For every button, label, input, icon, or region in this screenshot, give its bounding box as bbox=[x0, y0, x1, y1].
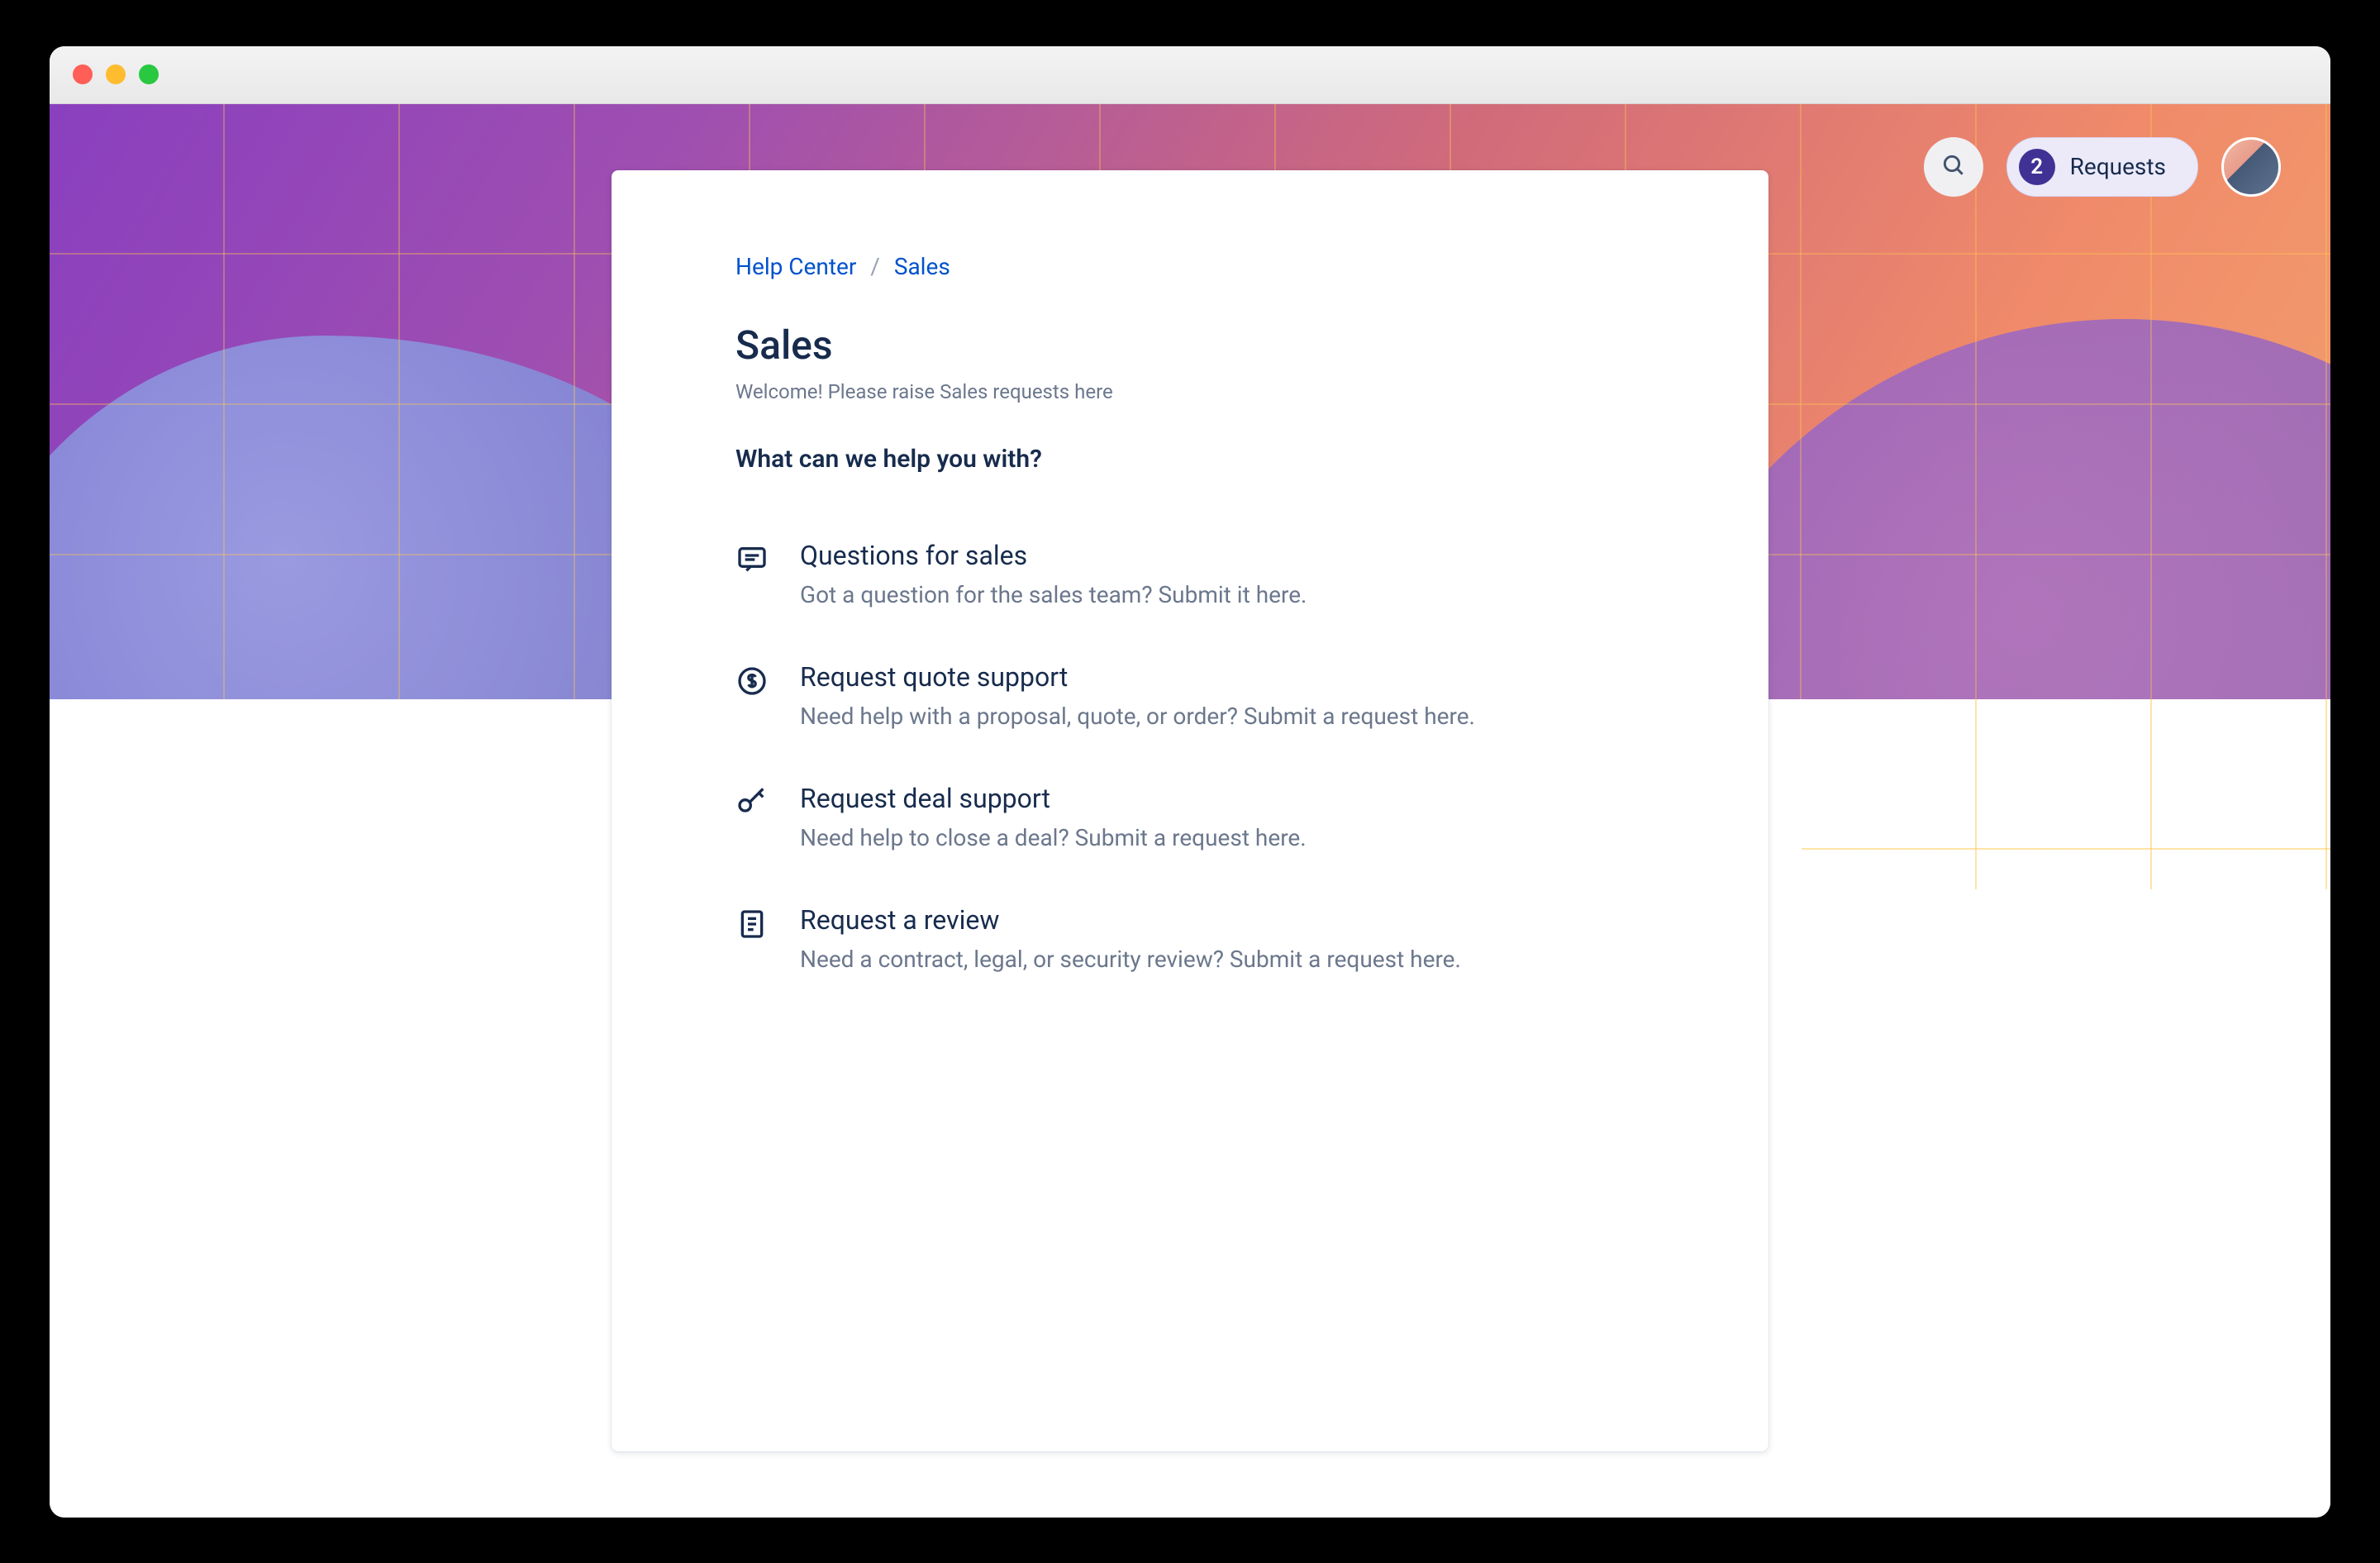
request-type-review[interactable]: Request a review Need a contract, legal,… bbox=[735, 904, 1645, 973]
header-actions: 2 Requests bbox=[1924, 137, 2281, 197]
page-description: Welcome! Please raise Sales requests her… bbox=[735, 380, 1645, 403]
search-button[interactable] bbox=[1924, 137, 1983, 197]
request-type-title: Request deal support bbox=[800, 783, 1307, 814]
avatar[interactable] bbox=[2221, 137, 2281, 197]
window-titlebar bbox=[50, 46, 2330, 104]
key-icon bbox=[735, 786, 769, 819]
document-icon bbox=[735, 908, 769, 941]
app-window: 2 Requests Help Center / Sales Sales Wel… bbox=[50, 46, 2330, 1518]
breadcrumb-separator: / bbox=[870, 253, 880, 280]
request-type-quote[interactable]: Request quote support Need help with a p… bbox=[735, 661, 1645, 730]
chat-icon bbox=[735, 543, 769, 576]
request-type-description: Need a contract, legal, or security revi… bbox=[800, 946, 1461, 973]
request-type-title: Questions for sales bbox=[800, 540, 1307, 571]
request-type-title: Request quote support bbox=[800, 661, 1475, 693]
request-type-list: Questions for sales Got a question for t… bbox=[735, 540, 1645, 973]
breadcrumb-current-link[interactable]: Sales bbox=[894, 253, 950, 280]
request-type-description: Got a question for the sales team? Submi… bbox=[800, 581, 1307, 608]
request-type-questions[interactable]: Questions for sales Got a question for t… bbox=[735, 540, 1645, 608]
request-type-description: Need help to close a deal? Submit a requ… bbox=[800, 824, 1307, 851]
search-icon bbox=[1940, 152, 1967, 182]
page-title: Sales bbox=[735, 322, 1645, 369]
window-close-icon[interactable] bbox=[73, 64, 93, 84]
requests-label: Requests bbox=[2070, 153, 2166, 180]
requests-count-badge: 2 bbox=[2019, 149, 2055, 185]
requests-button[interactable]: 2 Requests bbox=[2006, 137, 2198, 197]
portal-card: Help Center / Sales Sales Welcome! Pleas… bbox=[612, 170, 1768, 1451]
help-prompt: What can we help you with? bbox=[735, 445, 1645, 474]
breadcrumb: Help Center / Sales bbox=[735, 253, 1645, 280]
dollar-icon bbox=[735, 665, 769, 698]
request-type-deal[interactable]: Request deal support Need help to close … bbox=[735, 783, 1645, 851]
decorative-grid-lower bbox=[1802, 699, 2330, 889]
request-type-description: Need help with a proposal, quote, or ord… bbox=[800, 703, 1475, 730]
window-zoom-icon[interactable] bbox=[139, 64, 159, 84]
request-type-title: Request a review bbox=[800, 904, 1461, 936]
window-minimize-icon[interactable] bbox=[106, 64, 126, 84]
breadcrumb-root-link[interactable]: Help Center bbox=[735, 253, 856, 280]
